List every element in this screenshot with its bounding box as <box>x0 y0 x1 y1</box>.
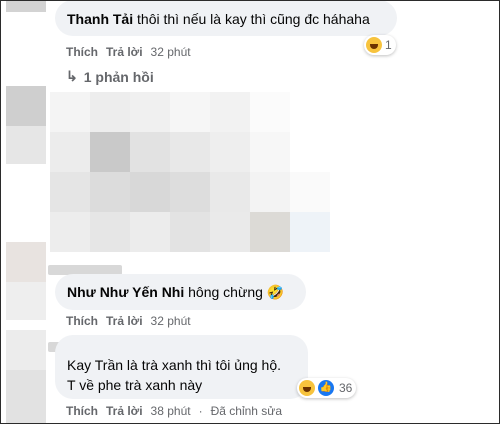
replies-count-label: 1 phản hồi <box>83 68 154 85</box>
avatar[interactable] <box>6 86 46 164</box>
reply-arrow-icon: ↳ <box>66 68 78 84</box>
comment-text-line: Kay Trần là trà xanh thì tôi ủng hộ. <box>67 357 282 373</box>
like-button[interactable]: Thích <box>66 45 98 59</box>
haha-icon <box>299 380 315 396</box>
separator-dot: · <box>198 404 203 418</box>
comment-author[interactable]: Thanh Tải <box>67 11 133 27</box>
comment-text: hông chừng 🤣 <box>188 284 285 300</box>
comment-text-line: T về phe trà xanh này <box>67 377 203 393</box>
reaction-count: 1 <box>385 38 392 52</box>
reaction-summary[interactable]: 👍 36 <box>297 378 357 398</box>
comment-bubble: Thanh Tải thôi thì nếu là kay thì cũng đ… <box>55 0 397 36</box>
comment-actions: Thích Trả lời 38 phút · Đã chỉnh sửa <box>66 404 282 418</box>
comment-actions: Thích Trả lời 32 phút <box>66 314 191 328</box>
comment-author[interactable]: Như Như Yến Nhi <box>67 284 184 300</box>
haha-icon <box>366 37 382 53</box>
reply-button[interactable]: Trả lời <box>106 45 143 59</box>
avatar[interactable] <box>6 0 46 12</box>
avatar[interactable] <box>6 330 46 424</box>
avatar[interactable] <box>6 242 46 320</box>
timestamp[interactable]: 38 phút <box>151 404 191 418</box>
reaction-summary[interactable]: 1 <box>364 35 396 55</box>
timestamp[interactable]: 32 phút <box>151 45 191 59</box>
comment-bubble: Kay Trần là trà xanh thì tôi ủng hộ. T v… <box>55 335 308 399</box>
timestamp[interactable]: 32 phút <box>151 314 191 328</box>
comment-actions: Thích Trả lời 32 phút <box>66 45 191 59</box>
comment-bubble: Như Như Yến Nhi hông chừng 🤣 <box>55 274 306 310</box>
reply-button[interactable]: Trả lời <box>106 404 143 418</box>
comment-text: thôi thì nếu là kay thì cũng đc háhaha <box>137 11 370 27</box>
view-replies-link[interactable]: ↳ 1 phản hồi <box>66 68 154 85</box>
like-button[interactable]: Thích <box>66 314 98 328</box>
like-icon: 👍 <box>318 380 334 396</box>
edited-label: Đã chỉnh sửa <box>210 404 282 418</box>
reaction-count: 36 <box>339 381 353 395</box>
like-button[interactable]: Thích <box>66 404 98 418</box>
blurred-image[interactable] <box>50 92 330 252</box>
reply-button[interactable]: Trả lời <box>106 314 143 328</box>
